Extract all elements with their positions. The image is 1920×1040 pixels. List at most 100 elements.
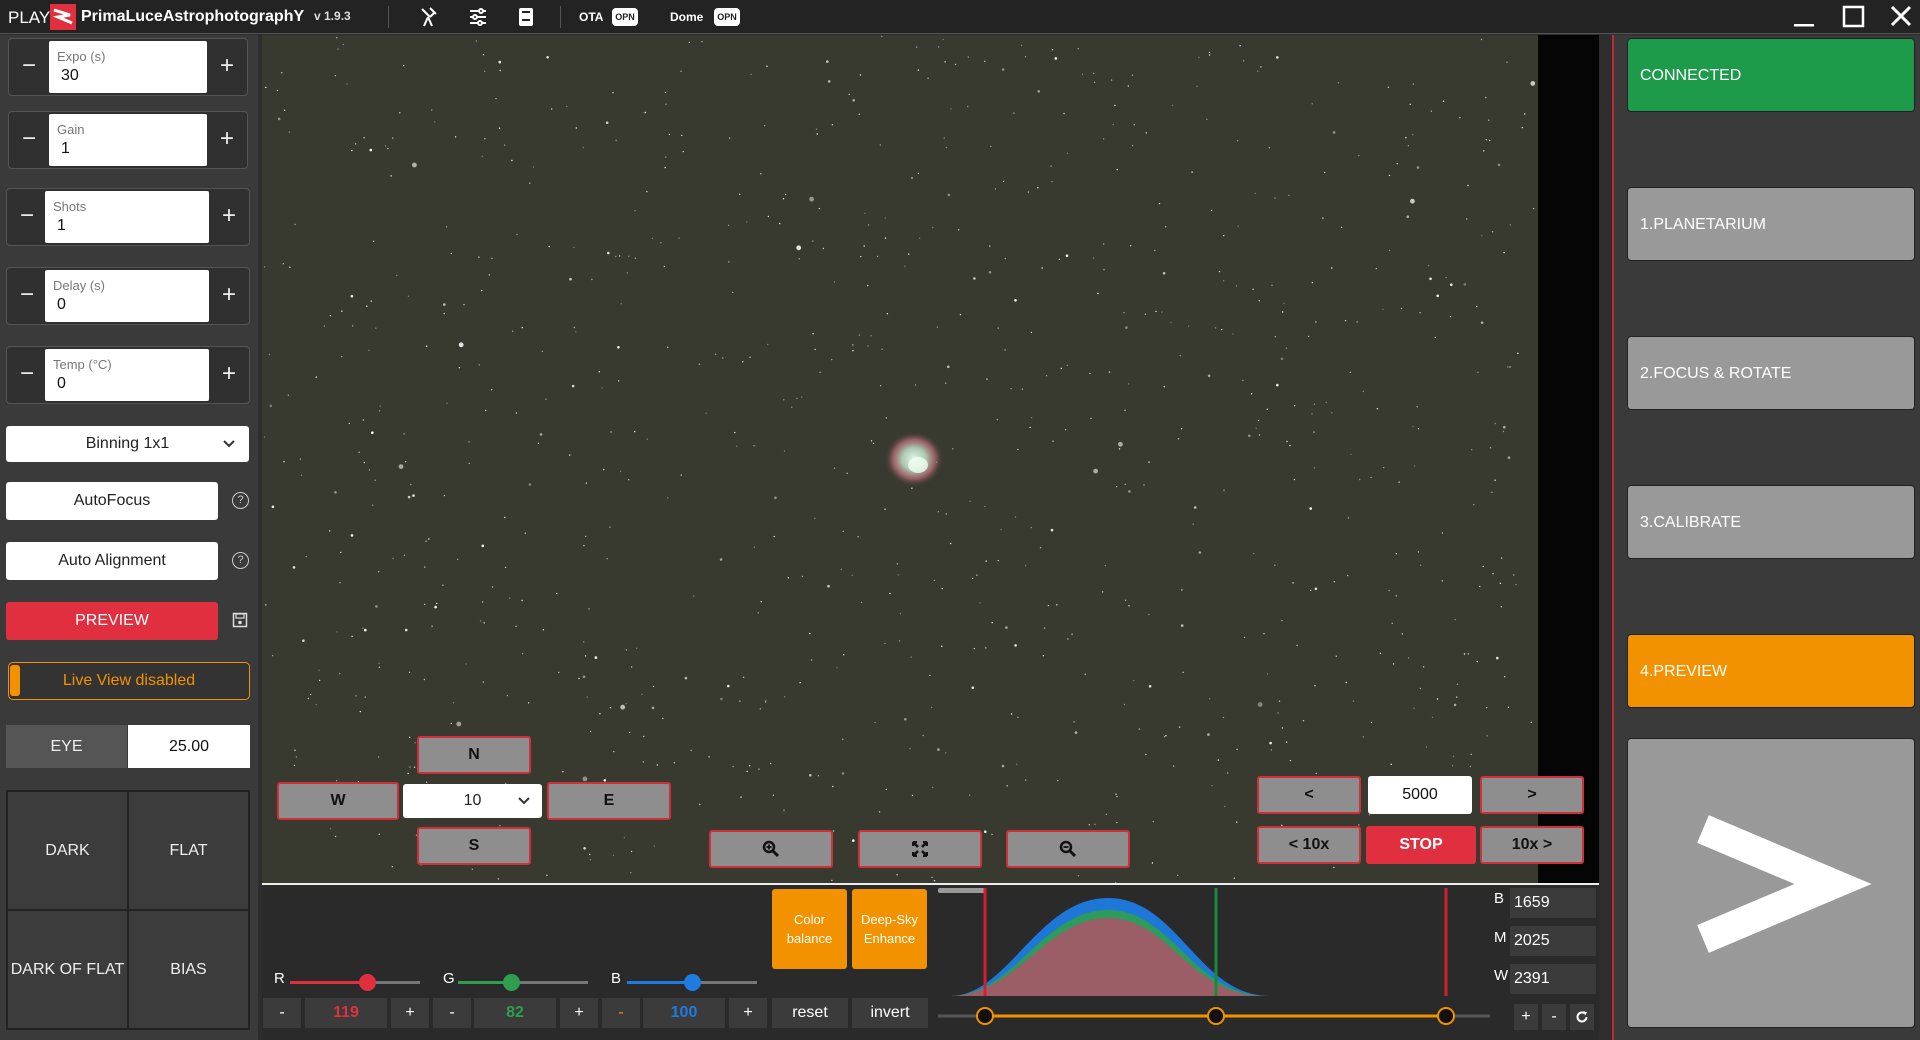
next-step-button[interactable] bbox=[1627, 738, 1915, 1028]
histogram-minus-button[interactable]: - bbox=[1542, 1004, 1566, 1030]
stretch-mid-handle[interactable] bbox=[1207, 1007, 1225, 1025]
temp-label: Temp (°C) bbox=[53, 357, 112, 372]
gain-minus-button[interactable]: − bbox=[9, 112, 49, 168]
settings-sliders-icon[interactable] bbox=[466, 5, 490, 29]
guide-step-value: 10 bbox=[463, 792, 482, 809]
green-minus-button[interactable]: - bbox=[433, 998, 471, 1028]
workflow-panel: CONNECTED 1.PLANETARIUM 2.FOCUS & ROTATE… bbox=[1612, 35, 1920, 1040]
frame-value-input[interactable]: 5000 bbox=[1368, 776, 1472, 814]
auto-alignment-button[interactable]: Auto Alignment bbox=[6, 542, 218, 580]
mid-point-label: M bbox=[1494, 929, 1507, 946]
blue-value[interactable]: 100 bbox=[643, 998, 725, 1028]
histogram-scroll-handle[interactable] bbox=[938, 888, 986, 893]
calibration-grid: DARK FLAT DARK OF FLAT BIAS bbox=[6, 790, 250, 1030]
expo-plus-button[interactable]: + bbox=[207, 39, 247, 95]
green-value[interactable]: 82 bbox=[474, 998, 556, 1028]
ota-status-badge[interactable]: OPN bbox=[612, 8, 638, 26]
stretch-white-handle[interactable] bbox=[1437, 1007, 1455, 1025]
blue-minus-button[interactable]: - bbox=[602, 998, 640, 1028]
deep-sky-label-1: Deep-Sky bbox=[860, 912, 919, 927]
red-slider-handle[interactable] bbox=[358, 974, 376, 991]
temp-plus-button[interactable]: + bbox=[209, 347, 249, 403]
expo-input[interactable]: Expo (s) 30 bbox=[49, 41, 207, 93]
binning-select[interactable]: Binning 1x1 bbox=[6, 426, 249, 462]
gain-plus-button[interactable]: + bbox=[207, 112, 247, 168]
zoom-in-button[interactable] bbox=[709, 830, 833, 868]
temp-minus-button[interactable]: − bbox=[7, 347, 47, 403]
red-value[interactable]: 119 bbox=[305, 998, 387, 1028]
guide-west-button[interactable]: W bbox=[277, 782, 399, 820]
focus-rotate-button[interactable]: 2.FOCUS & ROTATE bbox=[1627, 336, 1915, 410]
histogram-refresh-button[interactable] bbox=[1570, 1004, 1594, 1030]
guide-step-select[interactable]: 10 bbox=[403, 784, 542, 818]
frame-next10-button[interactable]: 10x > bbox=[1480, 826, 1584, 864]
guide-south-button[interactable]: S bbox=[417, 827, 531, 865]
autofocus-help-icon[interactable]: ? bbox=[232, 492, 249, 509]
maximize-icon[interactable] bbox=[1836, 2, 1870, 32]
close-icon[interactable] bbox=[1884, 2, 1918, 32]
calibrate-button[interactable]: 3.CALIBRATE bbox=[1627, 485, 1915, 559]
live-view-label: Live View disabled bbox=[62, 672, 196, 689]
stretch-black-handle[interactable] bbox=[976, 1007, 994, 1025]
deep-sky-label-2: Enhance bbox=[863, 931, 916, 946]
blue-slider-fill bbox=[627, 981, 692, 984]
eye-value-input[interactable]: 25.00 bbox=[128, 725, 250, 768]
expo-minus-button[interactable]: − bbox=[9, 39, 49, 95]
invert-button[interactable]: invert bbox=[852, 998, 928, 1028]
blue-slider-handle[interactable] bbox=[684, 974, 701, 991]
frame-prev-button[interactable]: < bbox=[1257, 776, 1361, 814]
preview-button[interactable]: PREVIEW bbox=[6, 602, 218, 640]
color-balance-button[interactable]: Color balance bbox=[772, 889, 847, 969]
chevron-down-icon bbox=[223, 440, 235, 448]
green-plus-button[interactable]: + bbox=[560, 998, 598, 1028]
delay-input[interactable]: Delay (s) 0 bbox=[45, 270, 209, 322]
telescope-icon[interactable] bbox=[416, 5, 440, 29]
stop-button[interactable]: STOP bbox=[1366, 826, 1476, 864]
dark-of-flat-button[interactable]: DARK OF FLAT bbox=[7, 910, 128, 1029]
green-slider[interactable] bbox=[458, 974, 588, 991]
bias-button[interactable]: BIAS bbox=[128, 910, 249, 1029]
dome-status-badge[interactable]: OPN bbox=[714, 8, 740, 26]
flat-button[interactable]: FLAT bbox=[128, 791, 249, 910]
guide-north-button[interactable]: N bbox=[417, 736, 531, 774]
dark-button[interactable]: DARK bbox=[7, 791, 128, 910]
white-point-value[interactable]: 2391 bbox=[1510, 964, 1596, 994]
red-minus-button[interactable]: - bbox=[263, 998, 301, 1028]
book-icon[interactable] bbox=[514, 5, 538, 29]
temp-input[interactable]: Temp (°C) 0 bbox=[45, 349, 209, 401]
app-brand: PrimaLuceAstrophotographY bbox=[81, 8, 305, 25]
minimize-icon[interactable] bbox=[1786, 2, 1820, 32]
planetarium-button[interactable]: 1.PLANETARIUM bbox=[1627, 187, 1915, 261]
shots-plus-button[interactable]: + bbox=[209, 189, 249, 245]
expo-stepper: − Expo (s) 30 + bbox=[8, 38, 248, 96]
zoom-out-button[interactable] bbox=[1006, 830, 1130, 868]
blue-plus-button[interactable]: + bbox=[729, 998, 767, 1028]
autofocus-button[interactable]: AutoFocus bbox=[6, 482, 218, 520]
histogram-plus-button[interactable]: + bbox=[1514, 1004, 1538, 1030]
red-slider[interactable] bbox=[290, 974, 420, 991]
frame-prev10-button[interactable]: < 10x bbox=[1257, 826, 1361, 864]
fit-screen-button[interactable] bbox=[858, 830, 982, 868]
live-view-toggle[interactable]: Live View disabled bbox=[8, 662, 250, 700]
dome-label: Dome bbox=[670, 10, 704, 24]
guide-east-button[interactable]: E bbox=[547, 782, 671, 820]
deep-sky-enhance-button[interactable]: Deep-Sky Enhance bbox=[852, 889, 927, 969]
reset-button[interactable]: reset bbox=[772, 998, 848, 1028]
frame-next-button[interactable]: > bbox=[1480, 776, 1584, 814]
black-point-value[interactable]: 1659 bbox=[1510, 888, 1596, 918]
eye-label: EYE bbox=[6, 725, 127, 768]
delay-plus-button[interactable]: + bbox=[209, 268, 249, 324]
red-plus-button[interactable]: + bbox=[391, 998, 429, 1028]
delay-minus-button[interactable]: − bbox=[7, 268, 47, 324]
shots-input[interactable]: Shots 1 bbox=[45, 191, 209, 243]
save-icon[interactable] bbox=[232, 612, 248, 628]
shots-minus-button[interactable]: − bbox=[7, 189, 47, 245]
mid-point-value[interactable]: 2025 bbox=[1510, 926, 1596, 956]
connected-button[interactable]: CONNECTED bbox=[1627, 38, 1915, 112]
histogram[interactable] bbox=[938, 888, 1490, 1038]
gain-input[interactable]: Gain 1 bbox=[49, 114, 207, 166]
blue-slider[interactable] bbox=[627, 974, 757, 991]
auto-alignment-help-icon[interactable]: ? bbox=[232, 552, 249, 569]
preview-step-button[interactable]: 4.PREVIEW bbox=[1627, 634, 1915, 708]
ota-label: OTA bbox=[579, 10, 604, 24]
